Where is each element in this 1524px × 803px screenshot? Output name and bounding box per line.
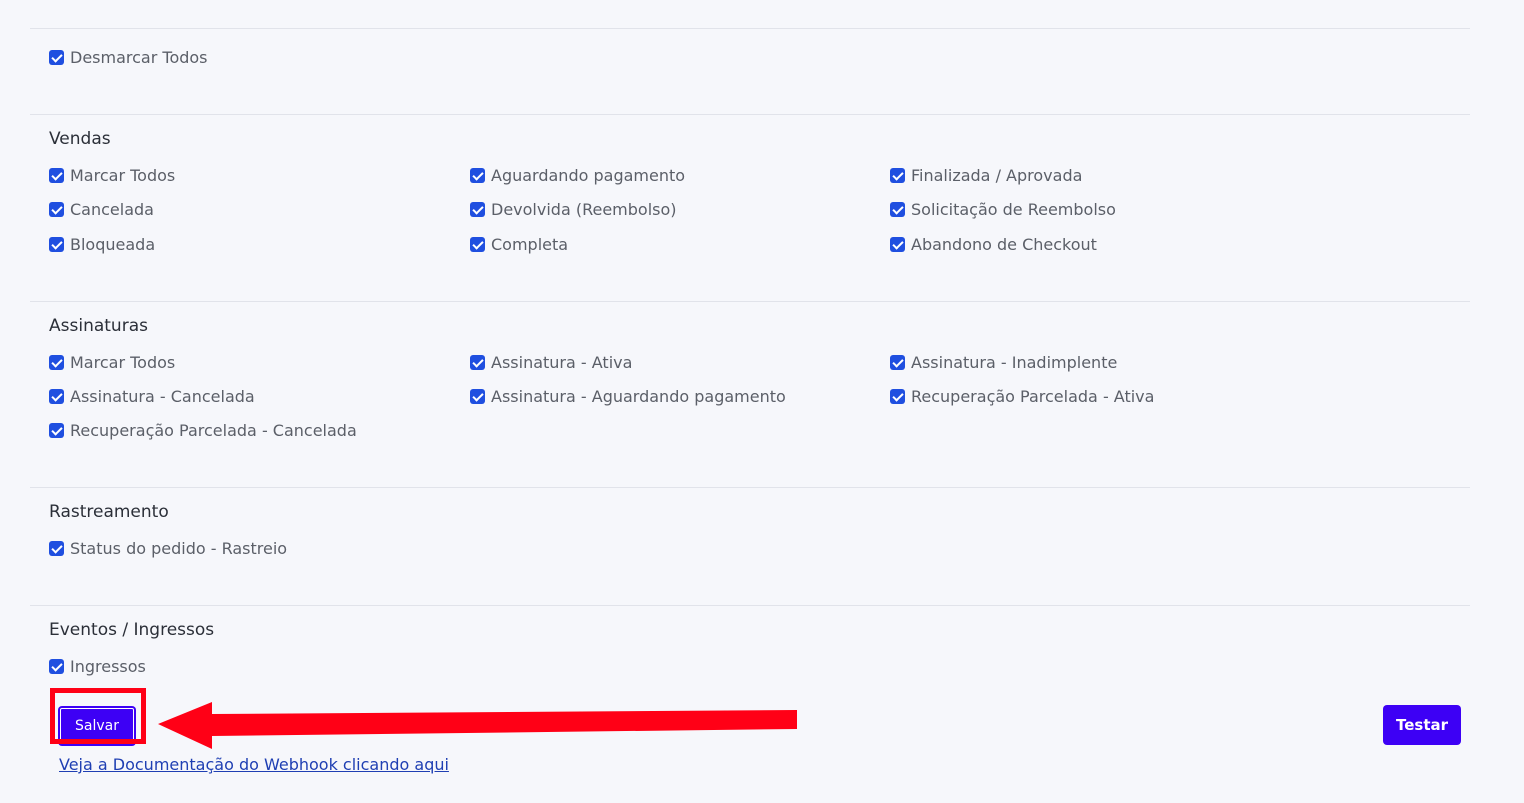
checkbox-label: Abandono de Checkout: [911, 234, 1097, 254]
checked-checkbox-icon[interactable]: [49, 167, 64, 183]
checkbox-vendas-select-all[interactable]: Marcar Todos: [49, 165, 175, 185]
checked-checkbox-icon[interactable]: [890, 236, 905, 252]
section-assinaturas: Assinaturas Marcar Todos Assinatura - At…: [30, 301, 1470, 487]
checkbox-assinatura-cancelada[interactable]: Assinatura - Cancelada: [49, 386, 255, 406]
section-rastreamento: Rastreamento Status do pedido - Rastreio: [30, 487, 1470, 605]
checkbox-label: Status do pedido - Rastreio: [70, 538, 288, 558]
checkbox-cancelada[interactable]: Cancelada: [49, 199, 154, 219]
checkbox-recuperacao-ativa[interactable]: Recuperação Parcelada - Ativa: [890, 386, 1154, 406]
checked-checkbox-icon[interactable]: [49, 388, 64, 404]
checkbox-unselect-all[interactable]: Desmarcar Todos: [49, 47, 208, 67]
checkbox-label: Bloqueada: [70, 234, 156, 254]
section-title-vendas: Vendas: [49, 129, 111, 149]
section-vendas: Vendas Marcar Todos Aguardando pagamento…: [30, 114, 1470, 301]
checked-checkbox-icon[interactable]: [49, 422, 64, 438]
checkbox-bloqueada[interactable]: Bloqueada: [49, 234, 155, 254]
checked-checkbox-icon[interactable]: [49, 540, 64, 556]
checkbox-label: Assinatura - Aguardando pagamento: [491, 386, 786, 406]
checkbox-abandono-checkout[interactable]: Abandono de Checkout: [890, 234, 1097, 254]
checkbox-label: Recuperação Parcelada - Cancelada: [70, 420, 357, 440]
checkbox-label: Assinatura - Ativa: [491, 352, 633, 372]
checkbox-completa[interactable]: Completa: [470, 234, 568, 254]
checkbox-label: Desmarcar Todos: [70, 47, 208, 67]
checkbox-devolvida[interactable]: Devolvida (Reembolso): [470, 199, 677, 219]
checkbox-label: Aguardando pagamento: [491, 165, 686, 185]
checked-checkbox-icon[interactable]: [890, 354, 905, 370]
checked-checkbox-icon[interactable]: [890, 167, 905, 183]
checkbox-label: Solicitação de Reembolso: [911, 199, 1116, 219]
checked-checkbox-icon[interactable]: [890, 201, 905, 217]
checked-checkbox-icon[interactable]: [49, 49, 64, 65]
checkbox-label: Cancelada: [70, 199, 154, 219]
section-eventos: Eventos / Ingressos Ingressos: [30, 605, 1470, 685]
checkbox-label: Marcar Todos: [70, 165, 176, 185]
checked-checkbox-icon[interactable]: [470, 167, 485, 183]
checked-checkbox-icon[interactable]: [890, 388, 905, 404]
section-title-eventos: Eventos / Ingressos: [49, 620, 215, 640]
checkbox-assinatura-ativa[interactable]: Assinatura - Ativa: [470, 352, 632, 372]
checkbox-aguardando-pagamento[interactable]: Aguardando pagamento: [470, 165, 685, 185]
section-title-rastreamento: Rastreamento: [49, 502, 169, 522]
checkbox-label: Assinatura - Cancelada: [70, 386, 255, 406]
section-unselect-all: Desmarcar Todos: [30, 28, 1470, 114]
section-title-assinaturas: Assinaturas: [49, 316, 148, 336]
checkbox-label: Ingressos: [70, 656, 146, 676]
checked-checkbox-icon[interactable]: [49, 236, 64, 252]
checked-checkbox-icon[interactable]: [49, 354, 64, 370]
checked-checkbox-icon[interactable]: [470, 201, 485, 217]
top-strip: [0, 0, 1524, 11]
checkbox-label: Recuperação Parcelada - Ativa: [911, 386, 1155, 406]
checkbox-ingressos[interactable]: Ingressos: [49, 656, 146, 676]
checked-checkbox-icon[interactable]: [470, 354, 485, 370]
checkbox-label: Assinatura - Inadimplente: [911, 352, 1118, 372]
checkbox-finalizada-aprovada[interactable]: Finalizada / Aprovada: [890, 165, 1082, 185]
checkbox-label: Completa: [491, 234, 569, 254]
checkbox-solicitacao-reembolso[interactable]: Solicitação de Reembolso: [890, 199, 1116, 219]
checked-checkbox-icon[interactable]: [49, 201, 64, 217]
checkbox-recuperacao-cancelada[interactable]: Recuperação Parcelada - Cancelada: [49, 420, 357, 440]
save-button[interactable]: Salvar: [58, 706, 136, 746]
checkbox-assinatura-aguardando[interactable]: Assinatura - Aguardando pagamento: [470, 386, 786, 406]
checkbox-label: Marcar Todos: [70, 352, 176, 372]
checked-checkbox-icon[interactable]: [49, 658, 64, 674]
checkbox-status-pedido-rastreio[interactable]: Status do pedido - Rastreio: [49, 538, 287, 558]
checkbox-label: Devolvida (Reembolso): [491, 199, 677, 219]
checkbox-assinatura-inadimplente[interactable]: Assinatura - Inadimplente: [890, 352, 1117, 372]
checkbox-label: Finalizada / Aprovada: [911, 165, 1083, 185]
test-button[interactable]: Testar: [1383, 705, 1461, 745]
checkbox-assinaturas-select-all[interactable]: Marcar Todos: [49, 352, 175, 372]
checked-checkbox-icon[interactable]: [470, 388, 485, 404]
webhook-documentation-link[interactable]: Veja a Documentação do Webhook clicando …: [59, 755, 449, 774]
checked-checkbox-icon[interactable]: [470, 236, 485, 252]
